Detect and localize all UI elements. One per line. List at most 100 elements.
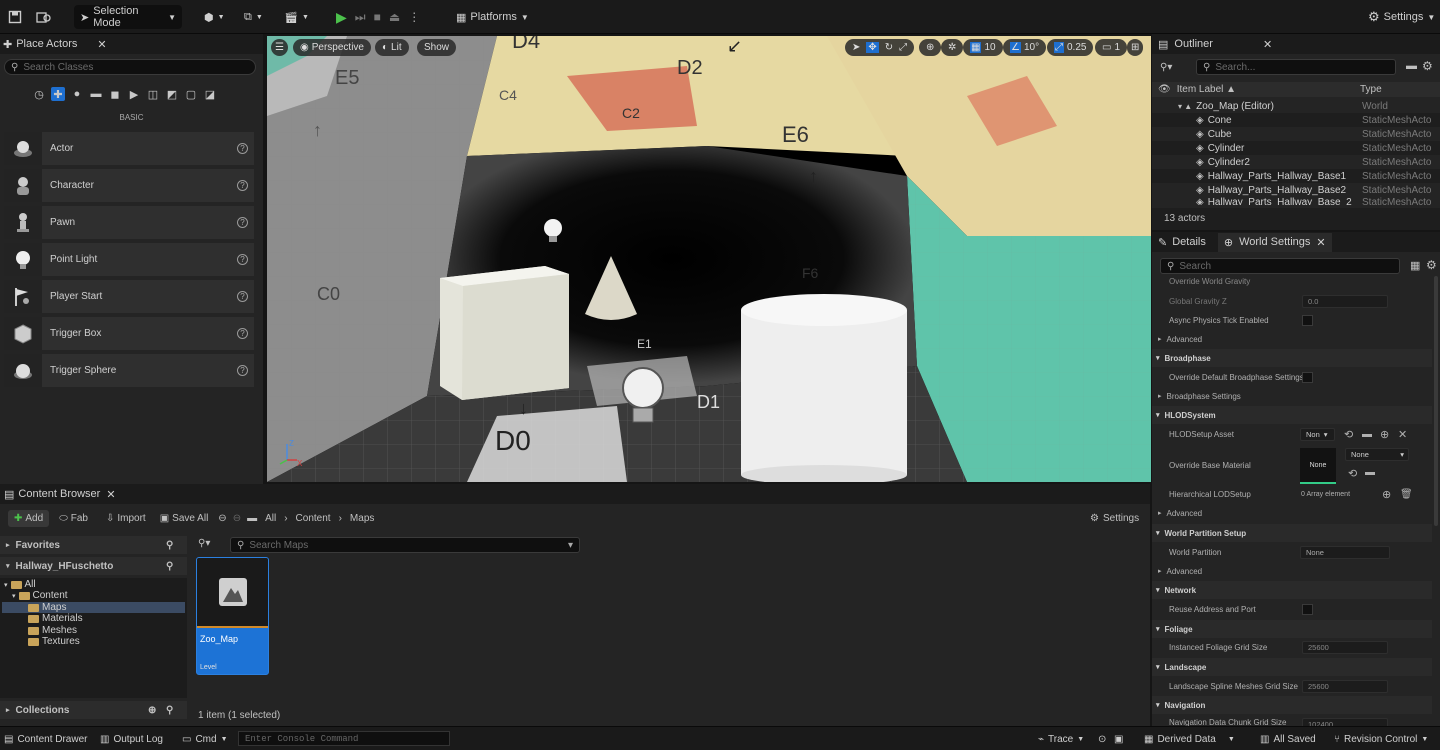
selection-mode-dropdown[interactable]: ➤ Selection Mode ▼ (74, 5, 182, 29)
section-hlod[interactable]: ▾ HLODSystem (1152, 406, 1432, 424)
tab-details[interactable]: Details (1172, 236, 1206, 248)
folder-icon[interactable]: ▬ (247, 513, 257, 524)
help-icon[interactable]: ? (237, 328, 248, 339)
advanced-expander[interactable]: Advanced (1167, 335, 1203, 344)
output-log-button[interactable]: ▥ Output Log (100, 732, 163, 746)
add-collection-icon[interactable]: ⊕ (148, 705, 156, 716)
material-dropdown[interactable]: None ▾ (1345, 448, 1409, 461)
material-thumbnail[interactable]: None (1300, 448, 1336, 484)
path-all[interactable]: All (265, 513, 276, 524)
visual-effects-icon[interactable]: ◼ (108, 87, 122, 101)
blueprint-button[interactable]: ⧉ ▼ (238, 5, 269, 29)
reuse-address-checkbox[interactable] (1302, 603, 1313, 615)
outliner-row[interactable]: ◈ Cube StaticMeshActo (1152, 127, 1440, 141)
select-tool-icon[interactable]: ➤ (852, 42, 860, 53)
eject-icon[interactable]: ⏏ (389, 10, 400, 24)
more-options-icon[interactable]: ⋮ (408, 10, 420, 24)
add-button[interactable]: ✚ Add (8, 509, 50, 527)
more-icon[interactable]: ◪ (203, 87, 217, 101)
project-header[interactable]: ▾ Hallway_HFuschetto ⚲ (0, 557, 187, 575)
shapes-icon[interactable]: ▢ (184, 87, 198, 101)
play-icon[interactable]: ▶ (336, 9, 347, 26)
outliner-row[interactable]: ◈ Cylinder StaticMeshActo (1152, 141, 1440, 155)
section-landscape[interactable]: ▾ Landscape (1152, 658, 1432, 676)
source-control-icon[interactable] (30, 5, 58, 29)
tree-item-materials[interactable]: Materials (28, 613, 83, 624)
outliner-tab[interactable]: ▤ Outliner ✕ (1152, 34, 1440, 54)
stop-icon[interactable]: ■ (374, 10, 381, 24)
hlod-setup-dropdown[interactable]: Non ▾ (1300, 427, 1335, 441)
tree-item-content[interactable]: ▾ Content (12, 590, 68, 601)
world-local-button[interactable]: ⊕ (919, 39, 942, 56)
filter-icon[interactable]: ⚲▾ (1160, 62, 1172, 73)
revision-control-dropdown[interactable]: ⑂ Revision Control ▼ (1334, 732, 1428, 746)
scale-snap-button[interactable]: ⤢ 0.25 (1047, 39, 1094, 56)
actor-item-player-start[interactable]: Player Start ? (4, 280, 254, 313)
col-item-label[interactable]: Item Label ▲ (1177, 84, 1236, 95)
forward-icon[interactable]: ⊖ (233, 513, 241, 524)
help-icon[interactable]: ? (237, 143, 248, 154)
tree-item-all[interactable]: ▾ All (4, 579, 36, 590)
outliner-row[interactable]: ◈ Cylinder2 StaticMeshActo (1152, 155, 1440, 169)
screenshot-icon[interactable]: ▣ (1114, 732, 1123, 746)
actor-item-trigger-box[interactable]: Trigger Box ? (4, 317, 254, 350)
level-viewport[interactable]: D4 D2 C4 C2 E6 E5 F6 E1 D0 D1 C0 ↙ ↑ ↑ ↓ (267, 36, 1151, 482)
content-browser-tab[interactable]: ▤ Content Browser ✕ (0, 484, 1150, 504)
scale-tool-icon[interactable]: ⤢ (899, 42, 907, 53)
add-actor-button[interactable]: ⬢ ▼ (198, 5, 231, 29)
show-button[interactable]: Show (417, 39, 457, 56)
table-view-icon[interactable]: ▦ (1410, 259, 1420, 272)
actor-item-pawn[interactable]: Pawn ? (4, 206, 254, 239)
section-world-partition[interactable]: ▾ World Partition Setup (1152, 524, 1432, 542)
actor-item-character[interactable]: Character ? (4, 169, 254, 202)
section-broadphase[interactable]: ▾ Broadphase (1152, 349, 1432, 367)
outliner-row[interactable]: ▾ ▲ Zoo_Map (Editor) World (1152, 99, 1440, 113)
settings-dropdown[interactable]: ⚙ Settings ▼ (1362, 5, 1440, 29)
help-icon[interactable]: ? (237, 217, 248, 228)
tree-item-meshes[interactable]: Meshes (28, 625, 77, 636)
cmd-dropdown[interactable]: ▭ Cmd ▼ (182, 732, 228, 746)
outliner-row[interactable]: ◈ Cone StaticMeshActo (1152, 113, 1440, 127)
cb-settings-button[interactable]: ⚙ Settings (1090, 513, 1139, 524)
search-icon[interactable]: ⚲ (166, 540, 173, 551)
override-broadphase-checkbox[interactable] (1302, 371, 1313, 383)
back-icon[interactable]: ⊖ (218, 513, 226, 524)
details-scrollbar[interactable] (1434, 276, 1438, 526)
grid-snap-button[interactable]: ▦ 10 (963, 39, 1003, 56)
actor-item-actor[interactable]: Actor ? (4, 132, 254, 165)
add-icon[interactable]: ⊕ (1382, 488, 1391, 501)
rotation-snap-button[interactable]: ∠ 10° (1003, 39, 1047, 56)
rotate-tool-icon[interactable]: ↻ (885, 42, 893, 53)
path-maps[interactable]: Maps (350, 513, 374, 524)
trace-dropdown[interactable]: ⌁ Trace ▼ (1038, 732, 1084, 746)
gear-icon[interactable]: ⚙ (1422, 59, 1433, 73)
actor-item-point-light[interactable]: Point Light ? (4, 243, 254, 276)
foliage-grid-field[interactable]: 25600 (1302, 640, 1388, 654)
browse-icon[interactable]: ▬ (1362, 429, 1372, 440)
close-icon[interactable]: ✕ (106, 488, 115, 501)
browse-icon[interactable]: ▬ (1365, 467, 1375, 478)
surface-snap-button[interactable]: ✲ (941, 39, 964, 56)
close-icon[interactable]: ✕ (1316, 236, 1325, 249)
help-icon[interactable]: ? (237, 180, 248, 191)
close-icon[interactable]: ✕ (1263, 38, 1272, 51)
console-input[interactable]: Enter Console Command (238, 731, 450, 746)
search-icon[interactable]: ⚲ (166, 561, 173, 572)
fab-button[interactable]: ⬭ Fab (59, 513, 88, 524)
outliner-row[interactable]: ◈ Hallway_Parts_Hallway_Base2 StaticMeshAc… (1152, 183, 1440, 197)
cinematics-button[interactable]: 🎬︎ ▼ (278, 5, 315, 29)
landscape-grid-field[interactable]: 25600 (1302, 679, 1388, 693)
cinematic-icon[interactable]: ▬ (89, 87, 103, 101)
lights-icon[interactable]: ● (70, 87, 84, 101)
content-drawer-button[interactable]: ▤ Content Drawer (4, 732, 87, 746)
clear-icon[interactable]: ✕ (1398, 428, 1407, 441)
reset-icon[interactable]: ⟲ (1344, 428, 1353, 441)
record-icon[interactable]: ⊙ (1098, 732, 1106, 746)
derived-data-dropdown[interactable]: ▦ Derived Data ▼ (1144, 732, 1235, 746)
asset-search-input[interactable]: ⚲ Search Maps ▾ (230, 537, 580, 553)
async-physics-checkbox[interactable] (1302, 314, 1313, 326)
help-icon[interactable]: ? (237, 291, 248, 302)
import-button[interactable]: ⇩ Import (106, 513, 146, 524)
geometry-icon[interactable]: ▶ (127, 87, 141, 101)
place-actors-tab[interactable]: ✚ Place Actors ✕ (0, 34, 263, 54)
